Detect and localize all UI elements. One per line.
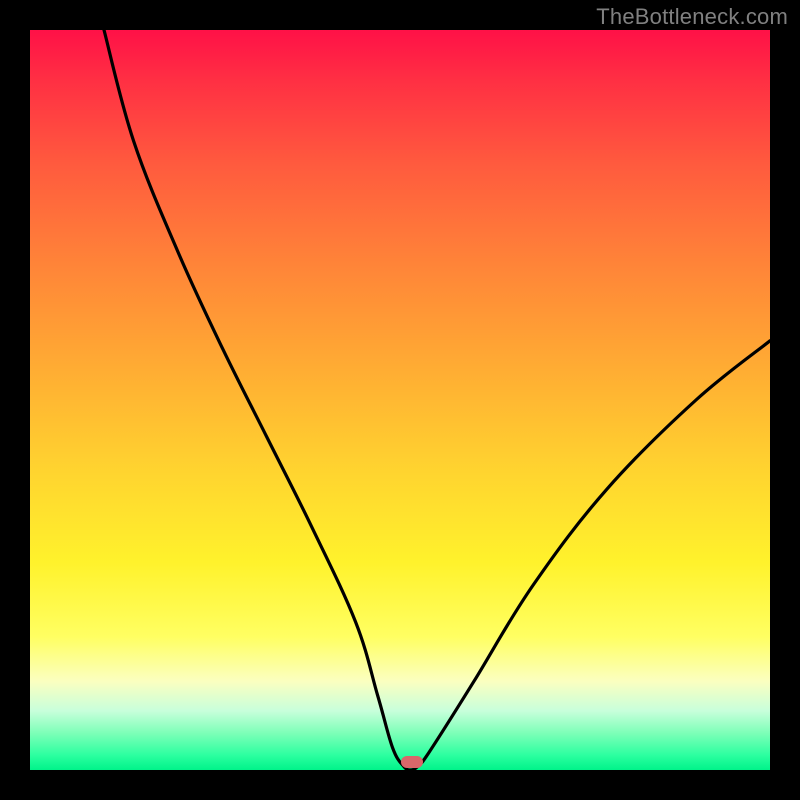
plot-area: [30, 30, 770, 770]
watermark-label: TheBottleneck.com: [596, 4, 788, 30]
bottleneck-curve: [30, 30, 770, 770]
valley-marker: [401, 756, 423, 768]
chart-frame: TheBottleneck.com: [0, 0, 800, 800]
